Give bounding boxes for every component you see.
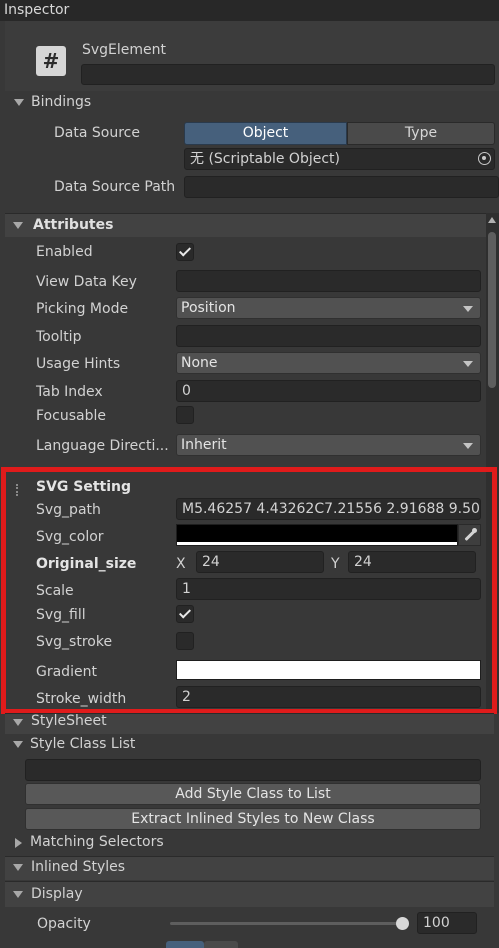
attributes-foldout-icon[interactable]	[13, 222, 23, 229]
dropdown-arrow-icon	[463, 306, 473, 312]
opacity-field[interactable]: 100	[417, 912, 477, 934]
data-source-tab-object[interactable]: Object	[184, 122, 347, 145]
picking-mode-dropdown[interactable]: Position	[176, 297, 481, 319]
tab-index-label: Tab Index	[36, 384, 103, 400]
display-foldout-icon[interactable]	[13, 891, 23, 898]
tooltip-field[interactable]	[176, 325, 481, 347]
usage-hints-dropdown[interactable]: None	[176, 352, 481, 374]
tab-index-field[interactable]: 0	[176, 380, 481, 402]
usage-hints-label: Usage Hints	[36, 356, 121, 372]
dropdown-arrow-icon	[463, 443, 473, 449]
checkmark-icon	[178, 244, 192, 257]
picking-mode-label: Picking Mode	[36, 301, 129, 317]
data-source-tab-type[interactable]: Type	[347, 122, 495, 145]
scrollbar-up-arrow[interactable]	[488, 217, 496, 223]
opacity-slider-track[interactable]	[170, 922, 403, 925]
inlined-styles-foldout-icon[interactable]	[13, 864, 23, 871]
element-type-icon: #	[36, 46, 66, 76]
data-source-label: Data Source	[54, 125, 140, 141]
focusable-checkbox[interactable]	[176, 406, 194, 424]
attributes-header[interactable]: Attributes	[33, 216, 113, 234]
view-data-key-label: View Data Key	[36, 274, 137, 290]
enabled-label: Enabled	[36, 244, 93, 260]
style-class-input[interactable]	[25, 759, 481, 781]
display-toggle-partial-2[interactable]	[204, 941, 238, 948]
scrollbar-thumb[interactable]	[488, 232, 496, 388]
scriptable-object-value: 无 (Scriptable Object)	[190, 151, 340, 167]
data-source-path-label: Data Source Path	[54, 179, 176, 195]
focusable-label: Focusable	[36, 408, 106, 424]
opacity-slider-thumb[interactable]	[396, 917, 409, 930]
bindings-header[interactable]: Bindings	[31, 93, 91, 111]
element-name-field[interactable]	[81, 64, 495, 85]
inspector-tab-bar	[0, 0, 499, 21]
view-data-key-field[interactable]	[176, 270, 481, 292]
data-source-path-field[interactable]	[184, 176, 499, 198]
matching-selectors-label[interactable]: Matching Selectors	[30, 833, 164, 851]
usage-hints-value: None	[181, 355, 218, 371]
language-direction-label: Language Directi...	[36, 438, 169, 454]
object-picker-icon[interactable]	[478, 152, 491, 165]
enabled-checkbox[interactable]	[176, 243, 194, 261]
tooltip-label: Tooltip	[36, 329, 82, 345]
display-toggle-partial[interactable]	[166, 941, 204, 948]
extract-inlined-styles-button[interactable]: Extract Inlined Styles to New Class	[25, 808, 481, 830]
picking-mode-value: Position	[181, 300, 236, 316]
bindings-foldout-icon[interactable]	[14, 99, 24, 106]
matching-selectors-foldout-icon[interactable]	[15, 838, 22, 848]
highlight-frame	[1, 467, 497, 714]
style-class-list-foldout-icon[interactable]	[13, 741, 23, 748]
inspector-title[interactable]: Inspector	[4, 1, 69, 19]
opacity-label: Opacity	[37, 916, 91, 932]
scriptable-object-field[interactable]: 无 (Scriptable Object)	[184, 148, 495, 170]
add-style-class-button[interactable]: Add Style Class to List	[25, 783, 481, 805]
display-header[interactable]: Display	[31, 885, 83, 903]
inlined-styles-header[interactable]: Inlined Styles	[31, 858, 125, 876]
language-direction-dropdown[interactable]: Inherit	[176, 434, 481, 456]
language-direction-value: Inherit	[181, 437, 227, 453]
dropdown-arrow-icon	[463, 361, 473, 367]
stylesheet-header[interactable]: StyleSheet	[31, 712, 107, 730]
style-class-list-label[interactable]: Style Class List	[30, 735, 135, 753]
element-name-label: SvgElement	[82, 42, 167, 58]
stylesheet-foldout-icon[interactable]	[13, 719, 23, 726]
